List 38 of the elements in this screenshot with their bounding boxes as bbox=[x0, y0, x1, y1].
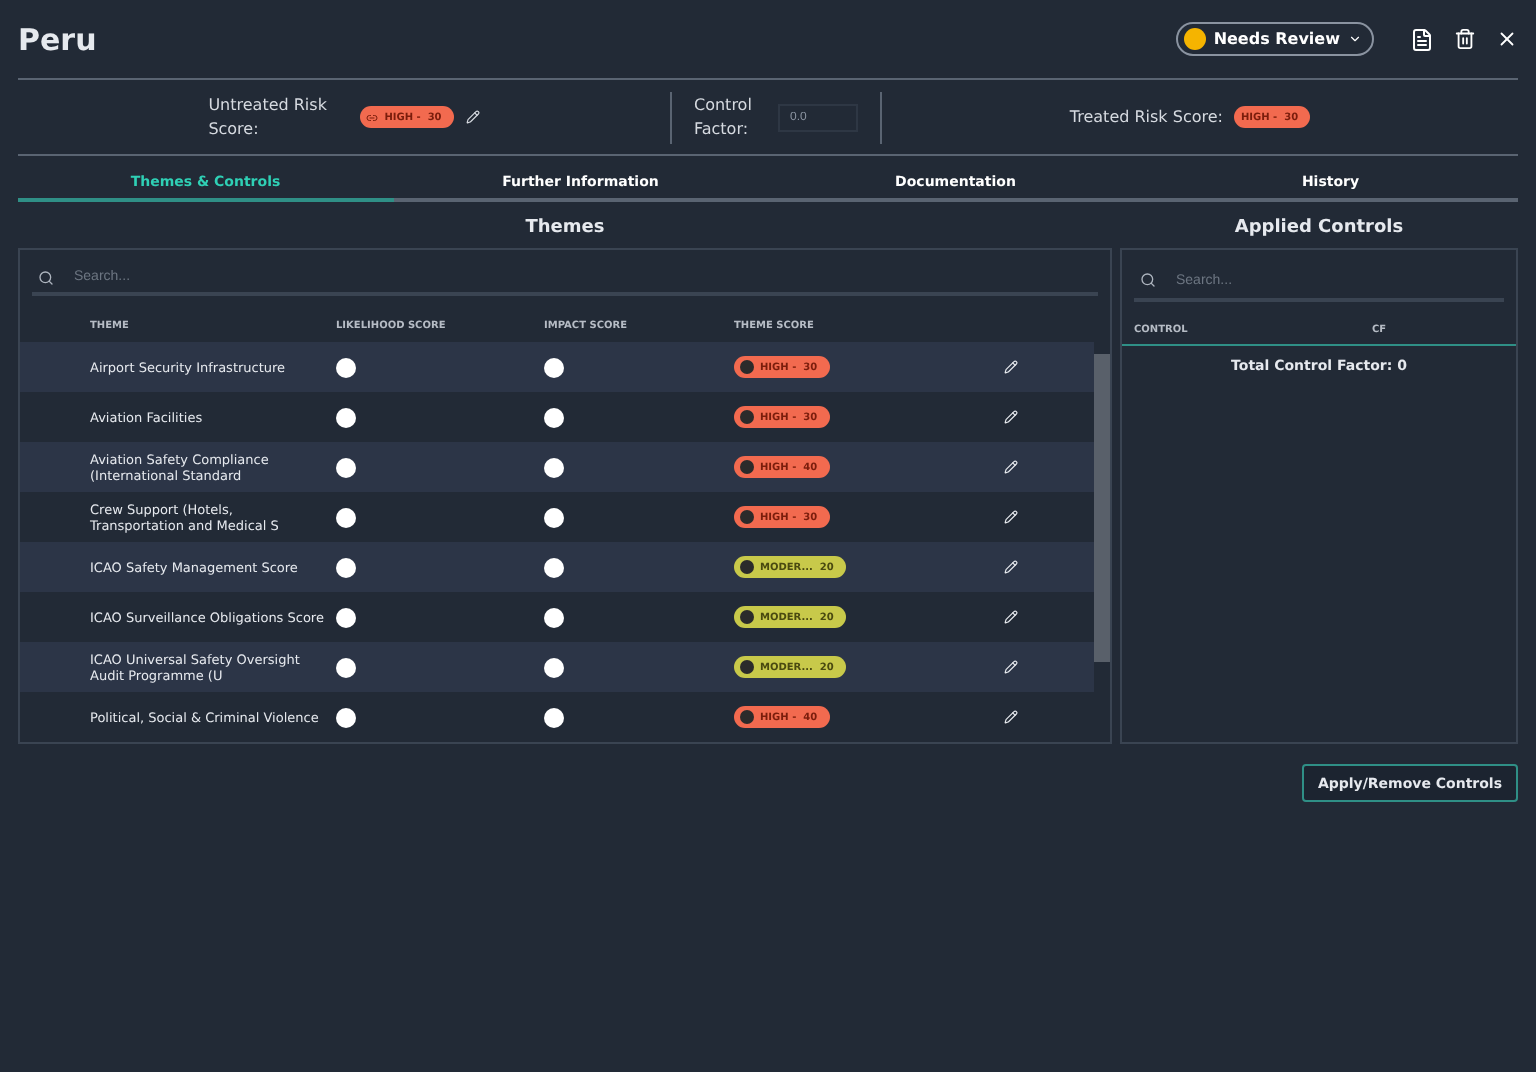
search-icon bbox=[1140, 272, 1156, 288]
score-circle[interactable] bbox=[336, 507, 356, 527]
document-icon[interactable] bbox=[1410, 27, 1434, 51]
section-title: Themes bbox=[523, 216, 607, 242]
score-circle[interactable] bbox=[544, 707, 564, 727]
score-circle[interactable] bbox=[336, 407, 356, 427]
edit-icon[interactable] bbox=[465, 110, 480, 124]
edit-icon[interactable] bbox=[1004, 460, 1018, 474]
score-circle[interactable] bbox=[544, 357, 564, 377]
caret-icon bbox=[1348, 32, 1362, 46]
edit-icon[interactable] bbox=[1004, 360, 1018, 374]
score-circle[interactable] bbox=[336, 607, 356, 627]
status-dropdown[interactable]: Needs Review bbox=[1175, 22, 1374, 56]
score-circle[interactable] bbox=[544, 507, 564, 527]
score-circle[interactable] bbox=[544, 407, 564, 427]
edit-icon[interactable] bbox=[1004, 660, 1018, 674]
score-circle[interactable] bbox=[336, 357, 356, 377]
score-circle[interactable] bbox=[544, 607, 564, 627]
section-title: Applied Controls bbox=[1232, 216, 1406, 242]
score-circle[interactable] bbox=[336, 557, 356, 577]
treated-score-label: Treated Risk Score: bbox=[1069, 108, 1223, 126]
score-circle[interactable] bbox=[336, 657, 356, 677]
untreated-score-label: Untreated Risk Score: bbox=[208, 93, 329, 141]
search-icon bbox=[38, 269, 54, 286]
window-title: Peru bbox=[18, 21, 99, 57]
score-circle[interactable] bbox=[544, 457, 564, 477]
control-factor-label: Control Factor: bbox=[694, 93, 754, 141]
close-icon[interactable] bbox=[1496, 28, 1518, 50]
edit-icon[interactable] bbox=[1004, 610, 1018, 624]
edit-icon[interactable] bbox=[1004, 710, 1018, 724]
edit-icon[interactable] bbox=[1004, 510, 1018, 524]
score-circle[interactable] bbox=[336, 707, 356, 727]
edit-icon[interactable] bbox=[1004, 560, 1018, 574]
score-circle[interactable] bbox=[544, 557, 564, 577]
score-circle[interactable] bbox=[544, 657, 564, 677]
trash-icon[interactable] bbox=[1454, 28, 1476, 50]
score-circle[interactable] bbox=[336, 457, 356, 477]
edit-icon[interactable] bbox=[1004, 410, 1018, 424]
